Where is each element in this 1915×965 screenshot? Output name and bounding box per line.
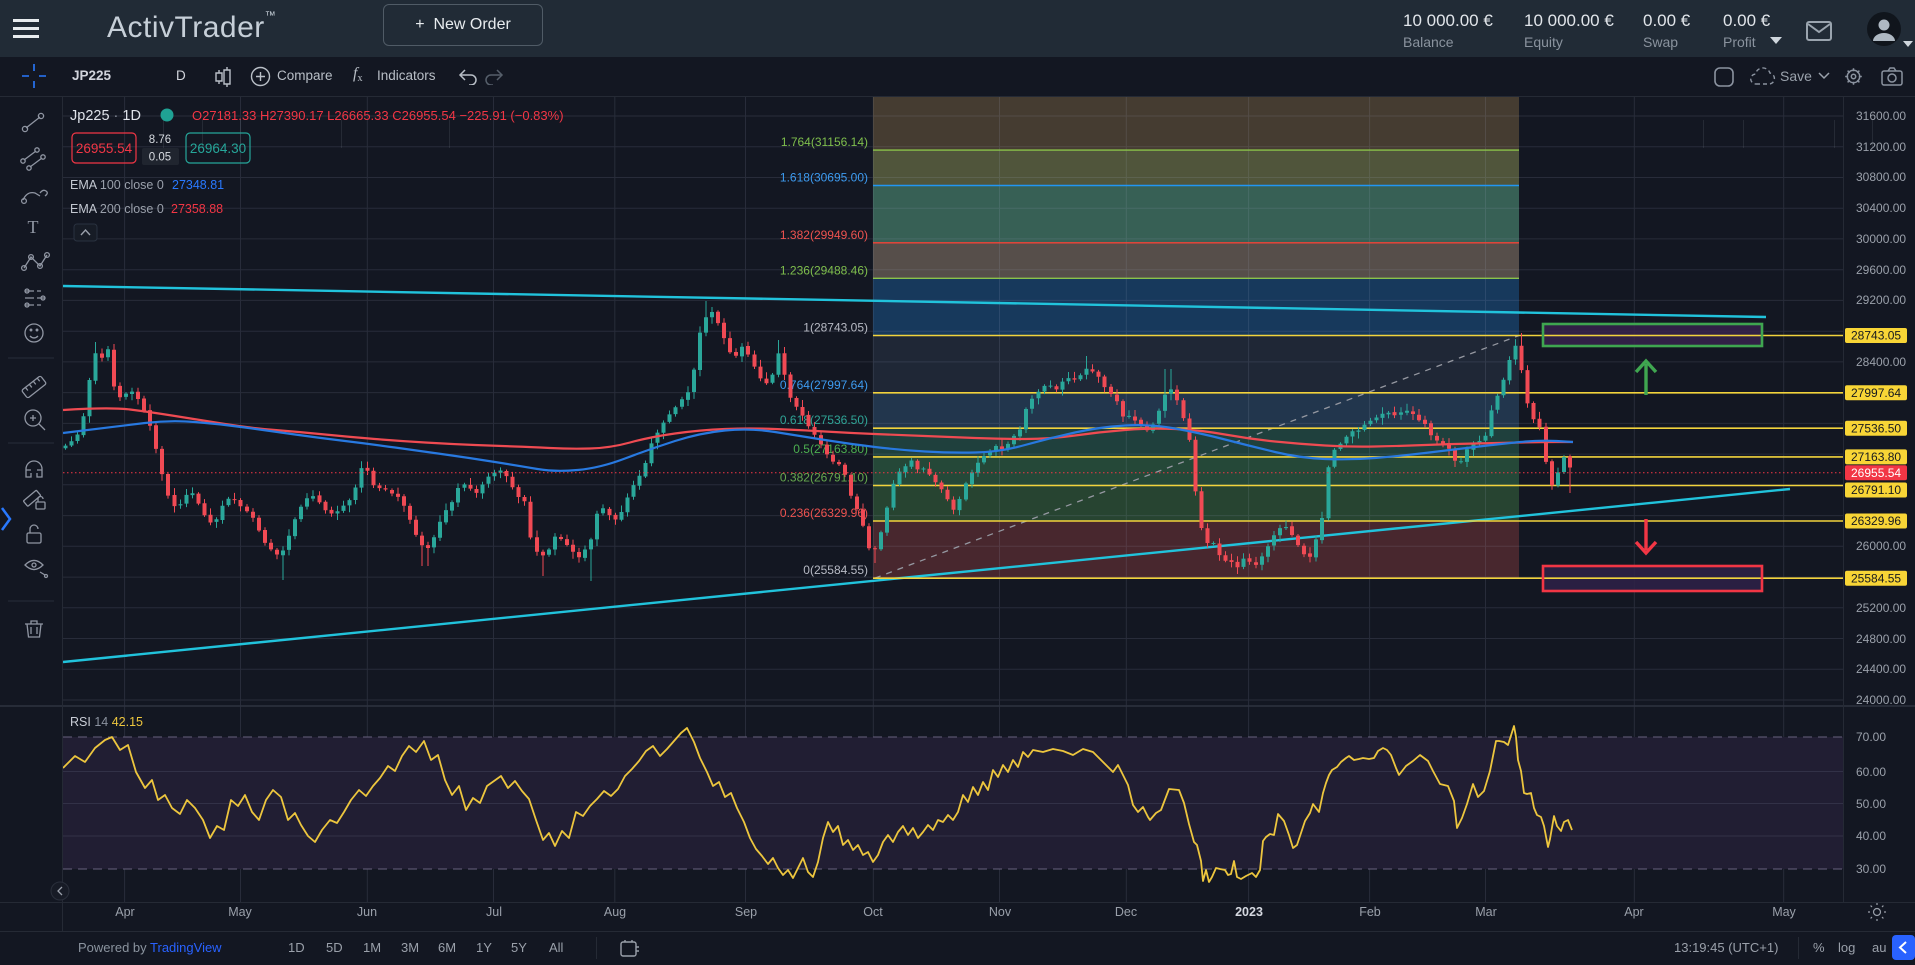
svg-text:0(25584.55): 0(25584.55) xyxy=(803,563,868,577)
svg-text:27997.64: 27997.64 xyxy=(1851,386,1901,400)
svg-text:1(28743.05): 1(28743.05) xyxy=(803,321,868,335)
svg-text:25584.55: 25584.55 xyxy=(1851,571,1901,585)
svg-text:29600.00: 29600.00 xyxy=(1856,263,1906,277)
svg-text:Aug: Aug xyxy=(604,905,626,919)
svg-text:30800.00: 30800.00 xyxy=(1856,170,1906,184)
svg-text:26791.10: 26791.10 xyxy=(1851,483,1901,497)
svg-text:0.618(27536.50): 0.618(27536.50) xyxy=(780,413,868,427)
svg-text:30.00: 30.00 xyxy=(1856,862,1886,876)
svg-text:Jp225 · 1D: Jp225 · 1D xyxy=(70,108,141,124)
svg-text:1.618(30695.00): 1.618(30695.00) xyxy=(780,171,868,185)
svg-text:27163.80: 27163.80 xyxy=(1851,450,1901,464)
svg-text:EMA 100 close 0: EMA 100 close 0 xyxy=(70,178,164,192)
svg-text:26955.54: 26955.54 xyxy=(1851,466,1901,480)
svg-text:60.00: 60.00 xyxy=(1856,765,1886,779)
svg-text:25200.00: 25200.00 xyxy=(1856,601,1906,615)
svg-text:26955.54: 26955.54 xyxy=(76,141,133,156)
svg-text:Jun: Jun xyxy=(357,905,377,919)
svg-text:29200.00: 29200.00 xyxy=(1856,293,1906,307)
svg-text:26329.96: 26329.96 xyxy=(1851,514,1901,528)
svg-text:26964.30: 26964.30 xyxy=(190,141,246,156)
svg-text:May: May xyxy=(228,905,252,919)
svg-text:RSI 14 42.15: RSI 14 42.15 xyxy=(70,715,143,729)
svg-text:70.00: 70.00 xyxy=(1856,730,1886,744)
svg-text:Sep: Sep xyxy=(735,905,757,919)
svg-text:0.764(27997.64): 0.764(27997.64) xyxy=(780,378,868,392)
svg-text:24800.00: 24800.00 xyxy=(1856,632,1906,646)
svg-text:40.00: 40.00 xyxy=(1856,829,1886,843)
svg-text:O27181.33 H27390.17 L26665.33: O27181.33 H27390.17 L26665.33 C26955.54 … xyxy=(192,108,564,123)
svg-text:Apr: Apr xyxy=(1624,905,1643,919)
svg-text:31600.00: 31600.00 xyxy=(1856,109,1906,123)
svg-text:27348.81: 27348.81 xyxy=(172,178,224,192)
svg-text:30000.00: 30000.00 xyxy=(1856,232,1906,246)
svg-text:Apr: Apr xyxy=(115,905,134,919)
svg-text:31200.00: 31200.00 xyxy=(1856,140,1906,154)
svg-text:24400.00: 24400.00 xyxy=(1856,662,1906,676)
svg-text:May: May xyxy=(1772,905,1796,919)
svg-text:Nov: Nov xyxy=(989,905,1012,919)
svg-text:50.00: 50.00 xyxy=(1856,797,1886,811)
svg-text:0.05: 0.05 xyxy=(149,152,171,164)
svg-text:0.236(26329.96): 0.236(26329.96) xyxy=(780,506,868,520)
svg-text:1.764(31156.14): 1.764(31156.14) xyxy=(781,135,868,149)
svg-text:26000.00: 26000.00 xyxy=(1856,539,1906,553)
svg-text:Feb: Feb xyxy=(1359,905,1381,919)
svg-text:2023: 2023 xyxy=(1235,905,1263,919)
svg-text:Oct: Oct xyxy=(863,905,883,919)
svg-text:27358.88: 27358.88 xyxy=(171,202,223,216)
svg-text:Jul: Jul xyxy=(486,905,502,919)
svg-text:27536.50: 27536.50 xyxy=(1851,421,1901,435)
svg-text:1.236(29488.46): 1.236(29488.46) xyxy=(780,263,868,277)
svg-text:Dec: Dec xyxy=(1115,905,1137,919)
svg-text:1.382(29949.60): 1.382(29949.60) xyxy=(780,228,868,242)
svg-text:28743.05: 28743.05 xyxy=(1851,329,1901,343)
svg-text:24000.00: 24000.00 xyxy=(1856,693,1906,707)
svg-text:28400.00: 28400.00 xyxy=(1856,355,1906,369)
svg-text:Mar: Mar xyxy=(1475,905,1497,919)
svg-text:8.76: 8.76 xyxy=(149,134,171,146)
svg-text:EMA 200 close 0: EMA 200 close 0 xyxy=(70,202,164,216)
svg-text:T: T xyxy=(28,217,39,237)
svg-text:30400.00: 30400.00 xyxy=(1856,201,1906,215)
